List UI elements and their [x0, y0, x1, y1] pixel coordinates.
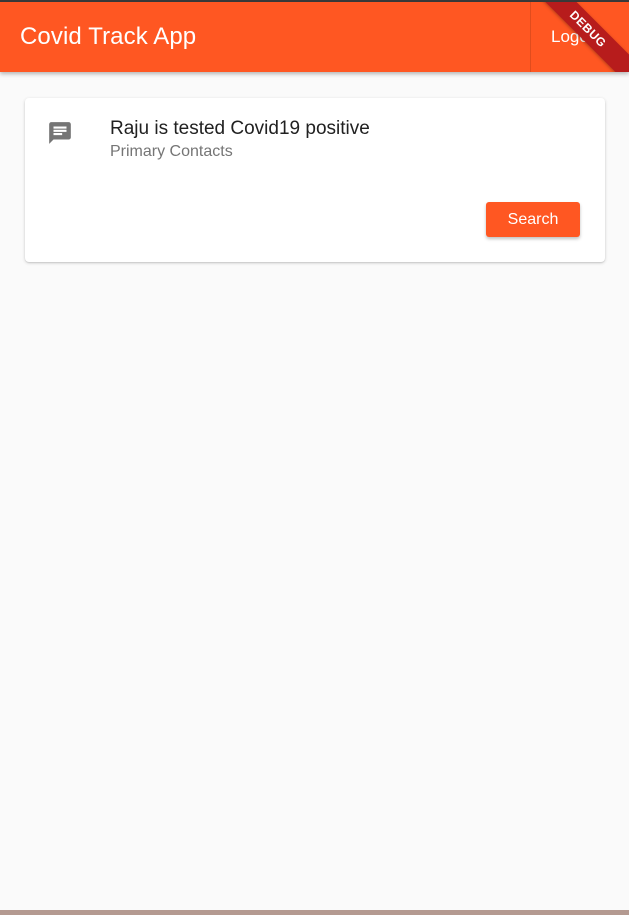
- app-bar: Covid Track App Logout DEBUG: [0, 2, 629, 72]
- message-icon: [49, 122, 71, 144]
- card-subtitle: Primary Contacts: [110, 143, 233, 160]
- contact-card: Raju is tested Covid19 positive Primary …: [25, 98, 605, 262]
- search-button[interactable]: Search: [486, 202, 580, 237]
- window-bottom-strip: [0, 910, 629, 915]
- app-title: Covid Track App: [20, 23, 197, 50]
- card-title: Raju is tested Covid19 positive: [110, 118, 370, 139]
